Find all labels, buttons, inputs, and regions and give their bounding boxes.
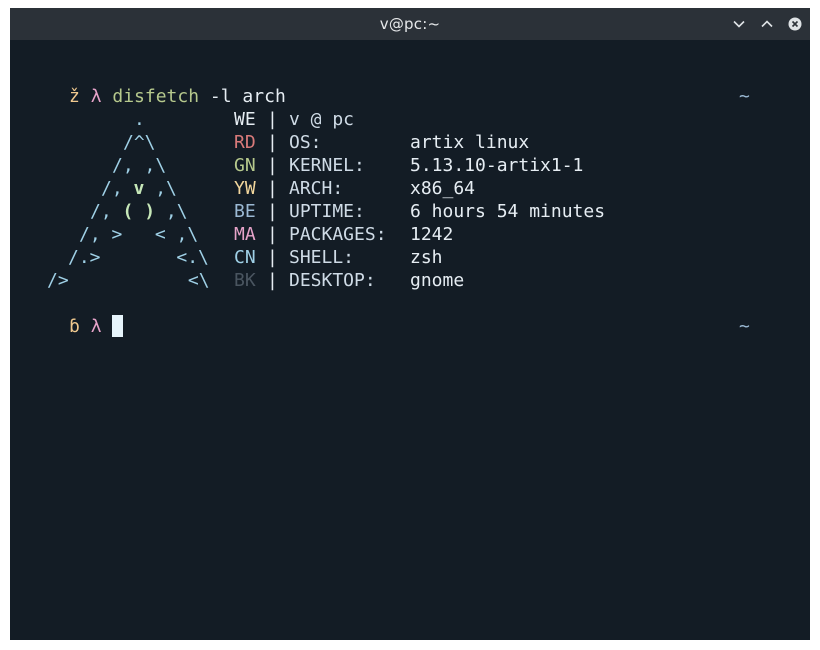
prompt-line: ž λ disfetch -l arch [69, 85, 286, 108]
color-code: WE [234, 109, 256, 130]
separator: | [267, 201, 278, 222]
art-line: /, ( ) ,\ [90, 200, 188, 223]
art-line: /.> <.\ [68, 247, 209, 268]
info-value: gnome [410, 270, 465, 291]
color-code: BK [234, 270, 256, 291]
color-code: CN [234, 247, 256, 268]
info-value: 6 hours 54 minutes [410, 201, 606, 222]
art-line: /, > < ,\ [79, 224, 199, 245]
art-line: . [134, 109, 145, 130]
chevron-down-icon [733, 20, 745, 28]
prompt-glyph: ž [69, 86, 80, 107]
info-value: 5.13.10-artix1-1 [410, 155, 584, 176]
info-key: PACKAGES: [289, 224, 387, 245]
title-bar[interactable]: v@pc:~ [10, 8, 810, 40]
separator: | [267, 155, 278, 176]
info-value: x86_64 [410, 178, 476, 199]
chevron-up-icon [761, 20, 773, 28]
terminal-area[interactable]: ž λ disfetch -l arch ~ . /^\ /, ,\ /, v … [10, 40, 810, 640]
art-segment: ,\ [165, 201, 188, 222]
command-name: disfetch [112, 86, 200, 107]
art-line: /> <\ [47, 270, 210, 291]
terminal-window: v@pc:~ ž λ disfetch -l arch ~ . /^\ /, ,… [10, 8, 810, 640]
prompt-lambda: λ [90, 86, 102, 107]
window-title: v@pc:~ [379, 15, 441, 33]
info-key: DESKTOP: [289, 270, 376, 291]
info-key: UPTIME: [289, 201, 365, 222]
close-button[interactable] [787, 16, 803, 32]
info-value: zsh [410, 247, 443, 268]
separator: | [267, 109, 278, 130]
color-code: BE [234, 201, 256, 222]
art-segment: ,\ [155, 178, 177, 199]
art-segment: ( ) [122, 201, 156, 222]
minimize-button[interactable] [731, 16, 747, 32]
color-code: GN [234, 155, 256, 176]
prompt-cwd: ~ [739, 86, 750, 107]
info-value: 1242 [410, 224, 454, 245]
maximize-button[interactable] [759, 16, 775, 32]
user-host: v @ pc [289, 109, 355, 130]
command-args: -l arch [209, 86, 286, 107]
info-value: artix linux [410, 132, 530, 153]
prompt-cwd: ~ [739, 316, 750, 337]
separator: | [267, 178, 278, 199]
separator: | [267, 132, 278, 153]
color-code: YW [234, 178, 256, 199]
color-code: RD [234, 132, 256, 153]
art-segment: v [133, 178, 145, 199]
separator: | [267, 247, 278, 268]
art-segment: /, [90, 201, 112, 222]
art-line: /^\ [123, 132, 156, 153]
art-line: /, ,\ [112, 155, 167, 176]
text-cursor[interactable] [112, 315, 124, 337]
separator: | [267, 270, 278, 291]
info-key: SHELL: [289, 247, 355, 268]
separator: | [267, 224, 278, 245]
prompt-lambda: λ [90, 316, 102, 337]
prompt-line: ɓ λ [69, 315, 124, 338]
info-key: KERNEL: [289, 155, 365, 176]
prompt-glyph: ɓ [69, 316, 80, 337]
color-code: MA [234, 224, 256, 245]
info-key: OS: [289, 132, 322, 153]
close-icon [788, 17, 802, 31]
art-segment: /, [101, 178, 123, 199]
art-line: /, v ,\ [101, 177, 177, 200]
info-key: ARCH: [289, 178, 344, 199]
